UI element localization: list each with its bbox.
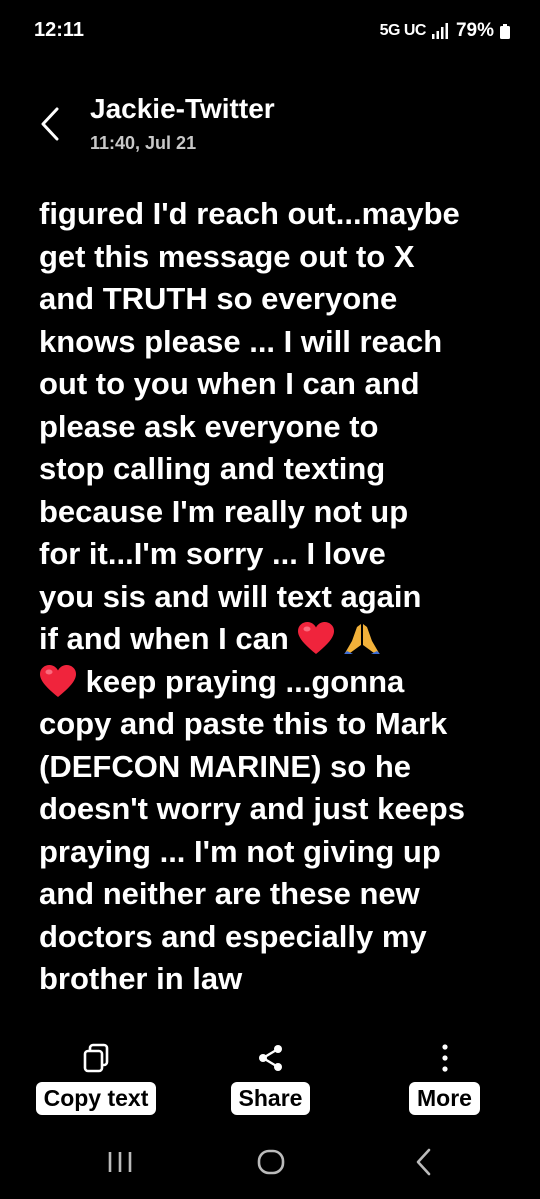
more-label: More <box>409 1082 480 1115</box>
message-line: you sis and will text again <box>39 578 422 614</box>
message-line-with-emoji: keep praying ...gonna <box>39 661 509 704</box>
battery-icon <box>500 23 510 39</box>
heart-emoji-icon <box>298 622 335 654</box>
status-time: 12:11 <box>34 19 85 41</box>
message-line-with-emoji: if and when I can <box>39 618 509 661</box>
message-line: doctors and especially my <box>39 918 427 954</box>
share-label: Share <box>230 1082 311 1115</box>
message-line: doesn't worry and just keeps <box>39 791 465 826</box>
message-text: figured I'd reach out...maybe get this m… <box>39 193 509 1001</box>
back-icon <box>416 1148 431 1176</box>
message-line: figured I'd reach out...maybe <box>39 196 460 231</box>
contact-name: Jackie-Twitter <box>90 93 275 124</box>
message-line-text: if and when I can <box>39 621 289 656</box>
message-line: get this message out to X <box>39 238 415 274</box>
message-line: and neither are these new <box>39 876 420 911</box>
message-action-bar: Copy text Share More <box>0 1040 540 1120</box>
message-line: (DEFCON MARINE) so he <box>39 748 411 784</box>
recents-icon <box>108 1152 132 1172</box>
battery-percentage: 79% <box>455 20 494 41</box>
chevron-left-icon <box>41 107 59 141</box>
message-line: out to you when I can and <box>39 366 420 401</box>
back-button[interactable] <box>30 102 70 146</box>
more-button[interactable]: More <box>406 1040 483 1115</box>
message-line: please ask everyone to <box>39 408 379 444</box>
message-line: copy and paste this to Mark <box>39 706 448 741</box>
message-timestamp: 11:40, Jul 21 <box>90 133 197 153</box>
share-button[interactable]: Share <box>229 1040 312 1115</box>
message-line: praying ... I'm not giving up <box>39 833 441 869</box>
heart-emoji-icon <box>40 664 76 697</box>
message-header: Jackie-Twitter 11:40, Jul 21 <box>0 90 540 170</box>
message-line: and TRUTH so everyone <box>39 281 398 316</box>
home-button[interactable] <box>241 1142 301 1182</box>
home-icon <box>257 1149 285 1175</box>
message-line: because I'm really not up <box>39 493 409 529</box>
message-line: knows please ... I will reach <box>39 323 443 359</box>
status-bar: 12:11 5G UC 79% <box>0 0 540 60</box>
message-line-text: keep praying ...gonna <box>85 663 405 699</box>
status-indicators: 5G UC 79% <box>380 20 510 42</box>
copy-text-label: Copy text <box>35 1082 157 1115</box>
copy-icon <box>83 1043 109 1073</box>
more-vertical-icon <box>441 1044 448 1072</box>
back-nav-button[interactable] <box>394 1142 454 1182</box>
network-label: 5G UC <box>379 22 427 39</box>
message-line: for it...I'm sorry ... I love <box>39 536 386 571</box>
copy-text-button[interactable]: Copy text <box>34 1040 158 1115</box>
system-nav-bar <box>0 1130 540 1199</box>
message-line: brother in law <box>39 961 243 996</box>
message-line: stop calling and texting <box>39 451 386 486</box>
share-icon <box>258 1045 282 1071</box>
signal-icon <box>431 23 448 39</box>
praying-hands-emoji-icon <box>344 624 381 654</box>
recents-button[interactable] <box>90 1142 150 1182</box>
